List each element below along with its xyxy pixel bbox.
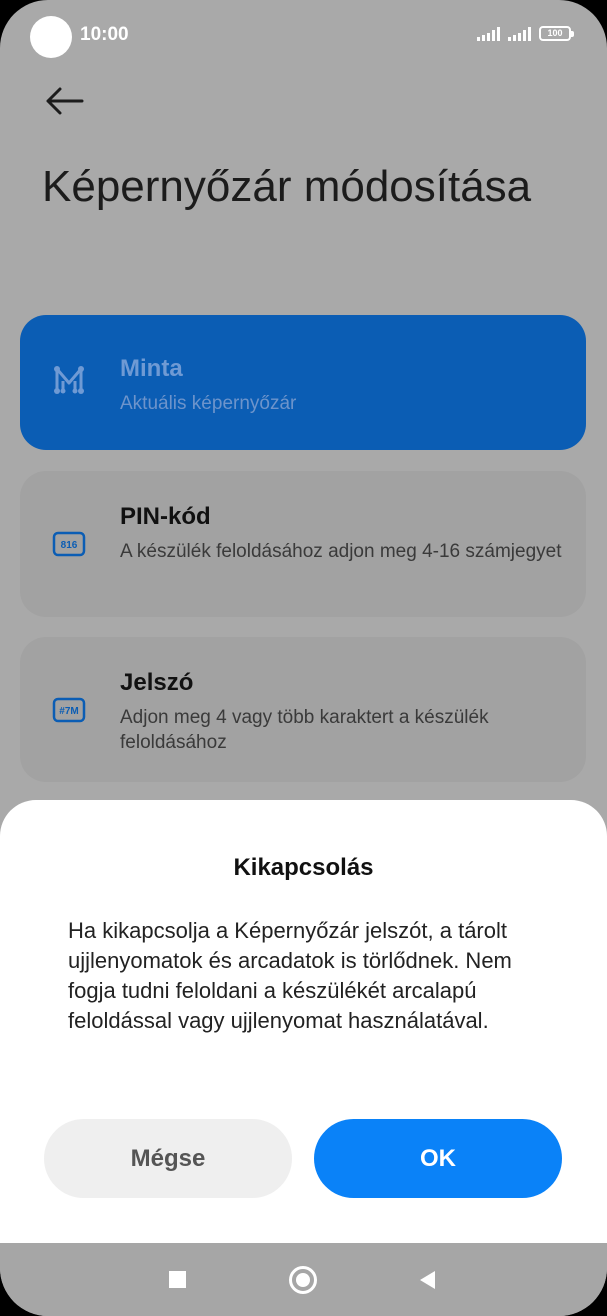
recents-icon[interactable] — [169, 1271, 186, 1288]
navigation-bar — [0, 1243, 607, 1316]
front-camera — [30, 16, 72, 58]
signal-icon — [477, 27, 500, 41]
option-pin[interactable]: 816 PIN-kód A készülék feloldásához adjo… — [20, 471, 586, 617]
password-icon: #7M — [52, 697, 86, 723]
pin-icon: 816 — [52, 531, 86, 557]
option-title: Minta — [120, 355, 183, 382]
dialog-message: Ha kikapcsolja a Képernyőzár jelszót, a … — [68, 918, 512, 1033]
confirm-dialog: Kikapcsolás Ha kikapcsolja a Képernyőzár… — [0, 800, 607, 1243]
option-title: PIN-kód — [120, 503, 211, 530]
page-title: Képernyőzár módosítása — [42, 162, 532, 211]
password-icon-text: #7M — [59, 706, 78, 717]
status-icons: 100 — [477, 26, 574, 41]
signal-icon — [508, 27, 531, 41]
pin-icon-text: 816 — [61, 540, 78, 551]
ok-button[interactable]: OK — [314, 1119, 562, 1198]
phone-screen: 10:00 100 Képernyőzár módosítása Minta A… — [0, 0, 607, 1316]
cancel-button[interactable]: Mégse — [44, 1119, 292, 1198]
back-arrow-icon[interactable] — [44, 84, 84, 118]
status-time: 10:00 — [80, 24, 129, 45]
home-icon[interactable] — [289, 1266, 317, 1294]
option-subtitle: Adjon meg 4 vagy több karaktert a készül… — [120, 707, 489, 753]
option-password[interactable]: #7M Jelszó Adjon meg 4 vagy több karakte… — [20, 637, 586, 782]
option-subtitle: A készülék feloldásához adjon meg 4-16 s… — [120, 541, 562, 562]
option-title: Jelszó — [120, 669, 194, 696]
dialog-title: Kikapcsolás — [233, 854, 374, 881]
option-subtitle: Aktuális képernyőzár — [120, 393, 297, 414]
option-pattern[interactable]: Minta Aktuális képernyőzár — [20, 315, 586, 450]
status-bar: 10:00 100 — [0, 0, 607, 70]
battery-icon: 100 — [539, 26, 574, 41]
back-icon[interactable] — [417, 1269, 437, 1291]
pattern-icon — [54, 366, 84, 394]
